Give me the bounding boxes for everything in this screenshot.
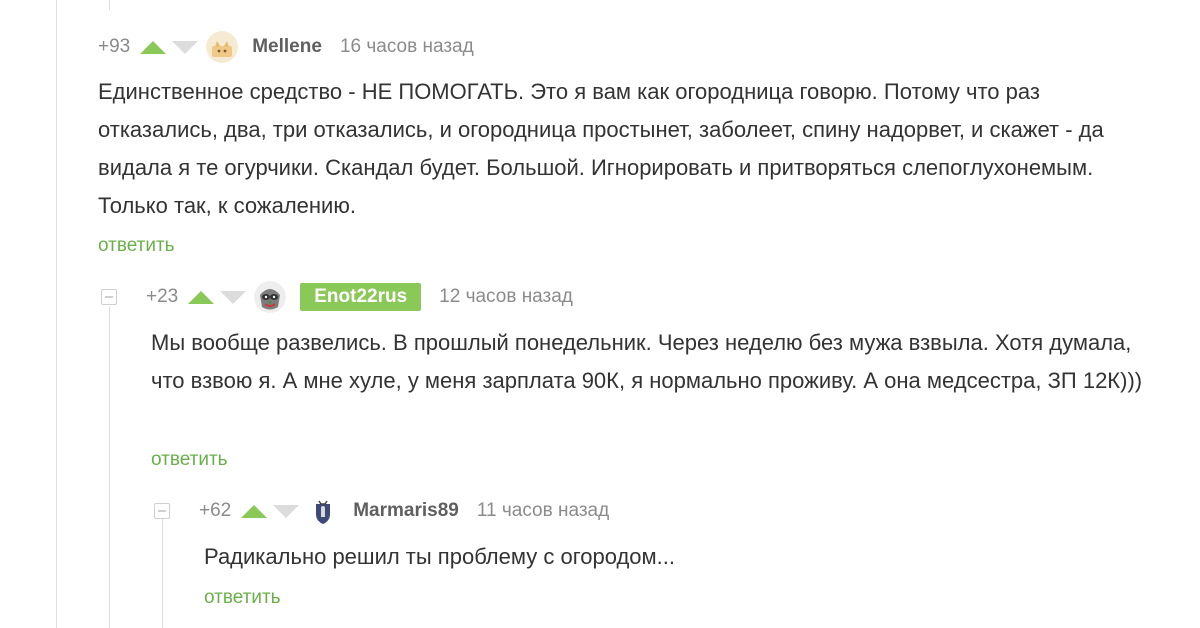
- comment-rating: +23: [146, 286, 179, 307]
- comment-header: +93 Mellene 16 часов назад: [98, 31, 474, 63]
- comment-time[interactable]: 16 часов назад: [340, 36, 474, 58]
- comments-page: +93 Mellene 16 часов назад Единственное …: [0, 0, 1200, 628]
- reply-link[interactable]: ответить: [98, 235, 175, 257]
- collapse-toggle[interactable]: [154, 503, 170, 519]
- comment-text: Единственное средство - НЕ ПОМОГАТЬ. Это…: [98, 79, 1104, 218]
- thread-line: [109, 306, 110, 628]
- comment-text: Мы вообще развелись. В прошлый понедельн…: [151, 330, 1143, 393]
- raccoon-avatar-icon[interactable]: [254, 281, 287, 313]
- vote-down-icon[interactable]: [220, 290, 247, 304]
- comment-rating: +93: [98, 36, 131, 57]
- vote-down-icon[interactable]: [273, 504, 300, 518]
- comment-header: +62 Marmaris89 11 часов назад: [154, 495, 609, 527]
- coat-of-arms-avatar-icon[interactable]: [307, 495, 340, 527]
- reply-link[interactable]: ответить: [151, 449, 228, 471]
- vote-up-icon[interactable]: [241, 504, 268, 518]
- comment-rating: +62: [199, 500, 232, 521]
- vote-down-icon[interactable]: [172, 40, 199, 54]
- thread-line: [109, 0, 110, 10]
- comment-text: Радикально решил ты проблему с огородом.…: [204, 544, 676, 569]
- comment-time[interactable]: 12 часов назад: [439, 286, 573, 308]
- collapse-toggle[interactable]: [101, 289, 117, 305]
- vote-up-icon[interactable]: [188, 290, 215, 304]
- reply-link[interactable]: ответить: [204, 587, 281, 609]
- username[interactable]: Marmaris89: [353, 500, 459, 522]
- cat-avatar-icon[interactable]: [206, 31, 239, 63]
- thread-line: [162, 519, 163, 628]
- vote-up-icon[interactable]: [140, 40, 167, 54]
- comment-time[interactable]: 11 часов назад: [477, 500, 609, 522]
- comment-header: +23 Enot22rus 12 часов назад: [101, 281, 573, 313]
- username[interactable]: Mellene: [252, 36, 322, 58]
- thread-line: [56, 0, 57, 628]
- username[interactable]: Enot22rus: [300, 283, 422, 311]
